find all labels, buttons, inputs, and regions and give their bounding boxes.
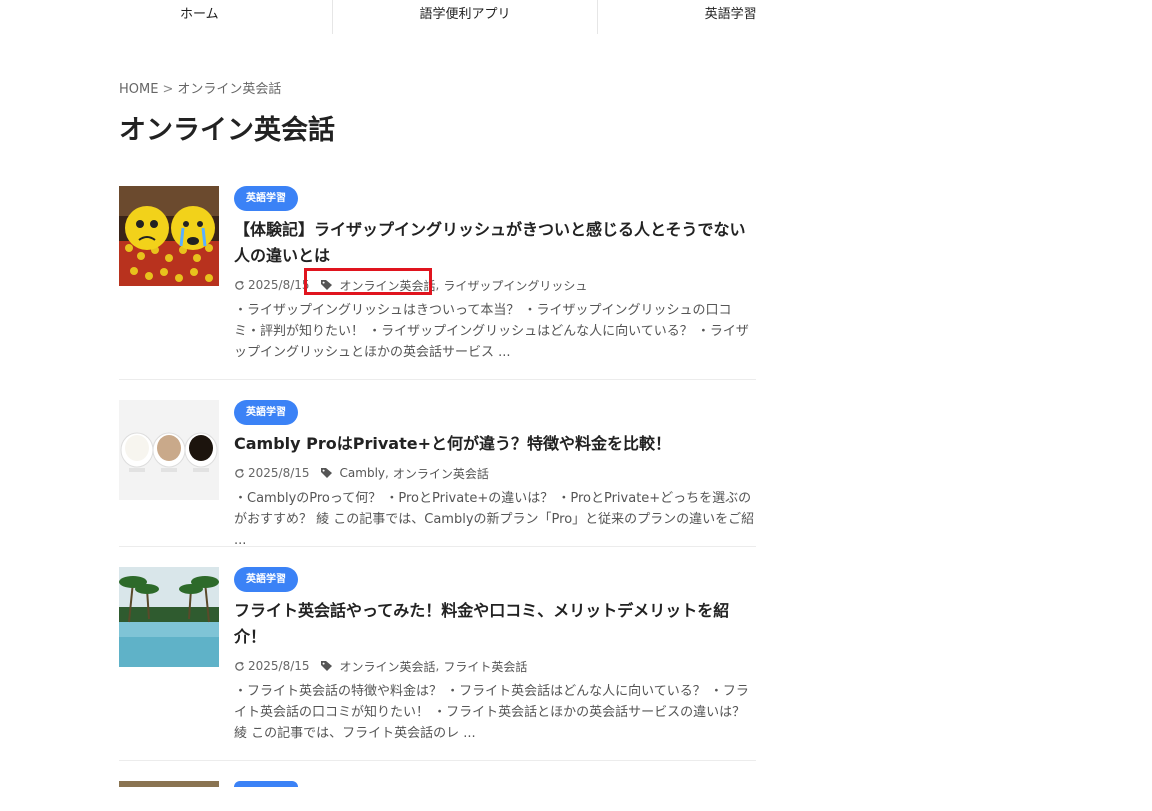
post-excerpt: ・ライザップイングリッシュはきついって本当？ ・ライザップイングリッシュの口コミ… <box>234 303 749 360</box>
post-body: 英語学習 Cambly ProはPrivate+と何が違う？特徴や料金を比較！ … <box>234 400 756 551</box>
update-icon <box>234 280 245 291</box>
global-nav: ホーム 語学便利アプリ 英語学習 <box>67 0 863 34</box>
post-title[interactable]: Cambly ProはPrivate+と何が違う？特徴や料金を比較！ <box>234 431 756 457</box>
post-card: 英語学習 フライト英会話やってみた！料金や口コミ、メリットデメリットを紹介！ 2… <box>119 567 756 761</box>
tag-separator: , <box>435 278 440 292</box>
post-title[interactable]: 【体験記】ライザップイングリッシュがきついと感じる人とそうでない人の違いとは <box>234 217 756 269</box>
post-excerpt: ・CamblyのProって何？ ・ProとPrivate+の違いは？ ・Proと… <box>234 491 755 548</box>
post-thumbnail[interactable] <box>119 186 219 286</box>
post-meta: 2025/8/15 オンライン英会話, ライザップイングリッシュ <box>234 268 756 296</box>
tag-link[interactable]: オンライン英会話 <box>340 658 436 675</box>
category-badge[interactable]: 英語学習 <box>234 567 298 592</box>
breadcrumb: HOME > オンライン英会話 <box>119 78 281 97</box>
post-excerpt: ・フライト英会話の特徴や料金は？ ・フライト英会話はどんな人に向いている？ ・フ… <box>234 684 749 741</box>
breadcrumb-separator: > <box>162 82 174 97</box>
tag-icon <box>320 467 334 479</box>
tag-link[interactable]: ライザップイングリッシュ <box>443 277 587 294</box>
post-list: 英語学習 【体験記】ライザップイングリッシュがきついと感じる人とそうでない人の違… <box>119 186 756 811</box>
page-title: オンライン英会話 <box>119 115 335 146</box>
highlight-box <box>304 268 432 295</box>
category-badge[interactable] <box>234 781 298 787</box>
nav-item-apps[interactable]: 語学便利アプリ <box>333 0 599 34</box>
nav-item-english-study[interactable]: 英語学習 <box>598 0 863 34</box>
tag-icon <box>320 660 334 672</box>
post-thumbnail[interactable] <box>119 400 219 500</box>
post-body: 英語学習 フライト英会話やってみた！料金や口コミ、メリットデメリットを紹介！ 2… <box>234 567 756 744</box>
update-icon <box>234 468 245 479</box>
update-icon <box>234 661 245 672</box>
post-card: 英語学習 Cambly ProはPrivate+と何が違う？特徴や料金を比較！ … <box>119 400 756 548</box>
tag-link[interactable]: フライト英会話 <box>443 658 527 675</box>
category-badge[interactable]: 英語学習 <box>234 400 298 425</box>
post-date: 2025/8/15 <box>248 466 310 480</box>
breadcrumb-home-link[interactable]: HOME <box>119 82 158 97</box>
post-card: 英語学習 【体験記】ライザップイングリッシュがきついと感じる人とそうでない人の違… <box>119 186 756 380</box>
post-thumbnail[interactable] <box>119 567 219 667</box>
post-meta: 2025/8/15 オンライン英会話, フライト英会話 <box>234 655 756 677</box>
tag-separator: , <box>435 659 440 673</box>
post-body: 英語学習 【体験記】ライザップイングリッシュがきついと感じる人とそうでない人の違… <box>234 186 756 363</box>
breadcrumb-current: オンライン英会話 <box>177 82 282 97</box>
post-card-partial <box>119 781 756 811</box>
tag-separator: , <box>385 466 389 480</box>
post-title[interactable]: フライト英会話やってみた！料金や口コミ、メリットデメリットを紹介！ <box>234 598 756 650</box>
post-meta: 2025/8/15 Cambly, オンライン英会話 <box>234 462 756 484</box>
post-date: 2025/8/15 <box>248 278 310 292</box>
tag-link[interactable]: オンライン英会話 <box>393 465 489 482</box>
post-date: 2025/8/15 <box>248 659 310 673</box>
nav-item-home[interactable]: ホーム <box>67 0 333 34</box>
tag-link[interactable]: Cambly <box>340 466 385 480</box>
post-thumbnail[interactable] <box>119 781 219 787</box>
category-badge[interactable]: 英語学習 <box>234 186 298 211</box>
